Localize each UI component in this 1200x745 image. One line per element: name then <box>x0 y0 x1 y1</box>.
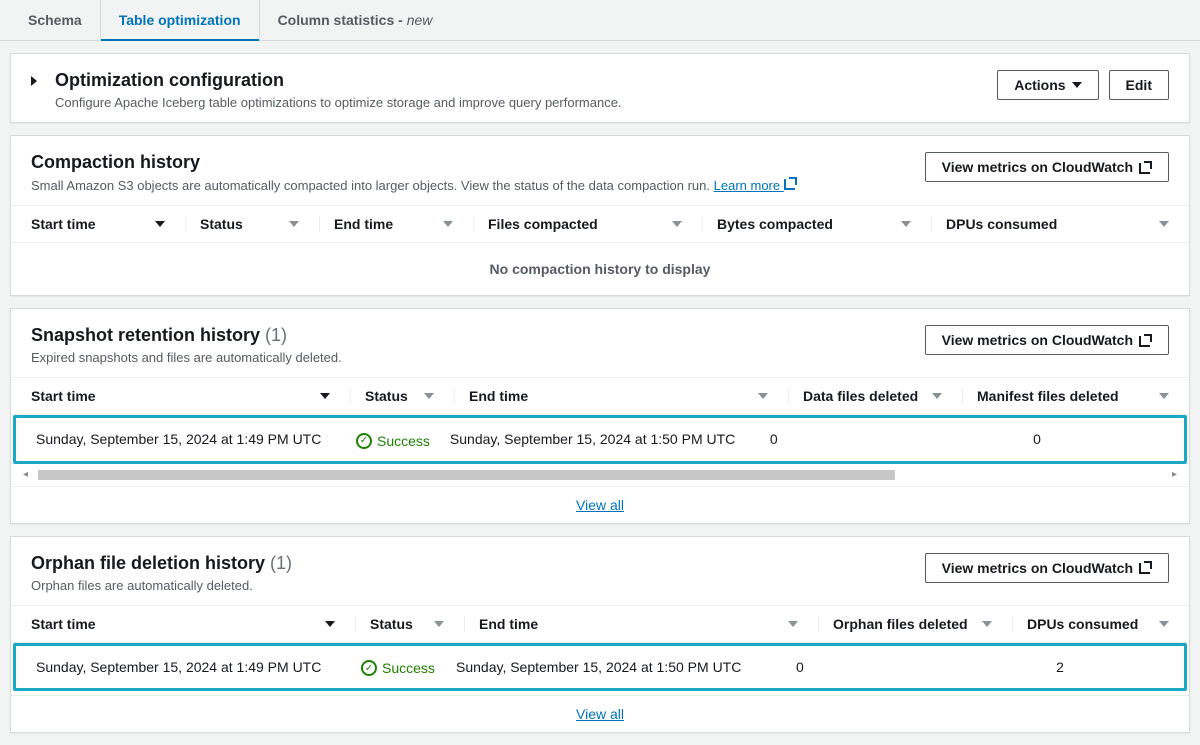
learn-more-link[interactable]: Learn more <box>714 178 797 193</box>
actions-label: Actions <box>1014 77 1065 93</box>
sort-icon <box>932 393 942 399</box>
panel-description: Configure Apache Iceberg table optimizat… <box>55 95 622 110</box>
col-end-time[interactable]: End time <box>469 388 789 404</box>
compaction-history-panel: Compaction history Small Amazon S3 objec… <box>10 135 1190 296</box>
horizontal-scrollbar[interactable]: ◂ ▸ <box>21 468 1179 482</box>
view-metrics-label: View metrics on CloudWatch <box>942 560 1133 576</box>
cell-end-time: Sunday, September 15, 2024 at 1:50 PM UT… <box>456 659 796 675</box>
col-end-time[interactable]: End time <box>479 616 819 632</box>
panel-count: (1) <box>265 325 287 345</box>
panel-description: Orphan files are automatically deleted. <box>31 578 292 593</box>
orphan-file-deletion-panel: Orphan file deletion history (1) Orphan … <box>10 536 1190 734</box>
col-files-compacted[interactable]: Files compacted <box>488 216 703 232</box>
tab-schema[interactable]: Schema <box>10 0 101 40</box>
col-start-time[interactable]: Start time <box>31 216 186 232</box>
sort-icon <box>155 221 165 227</box>
sort-icon <box>788 621 798 627</box>
sort-icon <box>443 221 453 227</box>
tab-column-statistics-label: Column statistics <box>278 12 395 28</box>
panel-count: (1) <box>270 553 292 573</box>
actions-button[interactable]: Actions <box>997 70 1098 100</box>
chevron-down-icon <box>1072 82 1082 88</box>
view-metrics-button[interactable]: View metrics on CloudWatch <box>925 553 1169 583</box>
view-all-link[interactable]: View all <box>576 706 624 722</box>
cell-manifest-files-deleted: 0 <box>930 431 1164 447</box>
sort-icon <box>901 221 911 227</box>
success-icon: ✓ <box>356 433 372 449</box>
view-metrics-button[interactable]: View metrics on CloudWatch <box>925 152 1169 182</box>
col-start-time[interactable]: Start time <box>31 616 356 632</box>
sort-icon <box>434 621 444 627</box>
view-metrics-button[interactable]: View metrics on CloudWatch <box>925 325 1169 355</box>
tab-table-optimization[interactable]: Table optimization <box>101 0 260 40</box>
external-link-icon <box>1139 561 1152 574</box>
panel-title: Orphan file deletion history (1) <box>31 553 292 574</box>
col-manifest-files-deleted[interactable]: Manifest files deleted <box>977 388 1169 404</box>
view-metrics-label: View metrics on CloudWatch <box>942 332 1133 348</box>
panel-title: Compaction history <box>31 152 797 173</box>
cell-dpus-consumed: 2 <box>976 659 1164 675</box>
sort-icon <box>289 221 299 227</box>
col-dpus-consumed[interactable]: DPUs consumed <box>1027 616 1169 632</box>
optimization-config-panel: Optimization configuration Configure Apa… <box>10 53 1190 123</box>
view-metrics-label: View metrics on CloudWatch <box>942 159 1133 175</box>
sort-icon <box>320 393 330 399</box>
empty-state: No compaction history to display <box>11 243 1189 295</box>
col-start-time[interactable]: Start time <box>31 388 351 404</box>
external-link-icon <box>1139 334 1152 347</box>
table-row[interactable]: Sunday, September 15, 2024 at 1:49 PM UT… <box>13 643 1187 692</box>
col-dpus-consumed[interactable]: DPUs consumed <box>946 216 1169 232</box>
panel-title: Snapshot retention history (1) <box>31 325 342 346</box>
external-link-icon <box>1139 161 1152 174</box>
sort-icon <box>325 621 335 627</box>
external-link-icon <box>784 177 797 190</box>
scroll-right-icon: ▸ <box>1170 469 1179 480</box>
col-end-time[interactable]: End time <box>334 216 474 232</box>
scroll-left-icon: ◂ <box>21 469 30 480</box>
sort-icon <box>1159 621 1169 627</box>
col-orphan-files-deleted[interactable]: Orphan files deleted <box>833 616 1013 632</box>
sort-icon <box>1159 393 1169 399</box>
cell-status: ✓ Success <box>361 658 456 677</box>
compaction-table-header: Start time Status End time Files compact… <box>11 205 1189 243</box>
view-all-link[interactable]: View all <box>576 497 624 513</box>
cell-status: ✓ Success <box>356 430 450 449</box>
sort-icon <box>424 393 434 399</box>
tab-column-statistics[interactable]: Column statistics - new <box>260 0 451 40</box>
cell-orphan-files-deleted: 0 <box>796 659 976 675</box>
success-icon: ✓ <box>361 660 377 676</box>
snapshot-retention-panel: Snapshot retention history (1) Expired s… <box>10 308 1190 524</box>
cell-start-time: Sunday, September 15, 2024 at 1:49 PM UT… <box>36 659 361 675</box>
panel-description: Small Amazon S3 objects are automaticall… <box>31 177 797 193</box>
edit-button[interactable]: Edit <box>1109 70 1169 100</box>
col-status[interactable]: Status <box>365 388 455 404</box>
col-status[interactable]: Status <box>370 616 465 632</box>
expand-icon[interactable] <box>31 76 37 86</box>
new-badge: new <box>407 12 433 28</box>
sort-icon <box>758 393 768 399</box>
sort-icon <box>1159 221 1169 227</box>
sort-icon <box>672 221 682 227</box>
table-row[interactable]: Sunday, September 15, 2024 at 1:49 PM UT… <box>13 415 1187 464</box>
cell-start-time: Sunday, September 15, 2024 at 1:49 PM UT… <box>36 431 356 447</box>
cell-end-time: Sunday, September 15, 2024 at 1:50 PM UT… <box>450 431 770 447</box>
panel-description: Expired snapshots and files are automati… <box>31 350 342 365</box>
sort-icon <box>982 621 992 627</box>
col-bytes-compacted[interactable]: Bytes compacted <box>717 216 932 232</box>
orphan-table-header: Start time Status End time Orphan files … <box>11 605 1189 643</box>
panel-title: Optimization configuration <box>55 70 284 91</box>
col-data-files-deleted[interactable]: Data files deleted <box>803 388 963 404</box>
scroll-thumb[interactable] <box>38 470 895 480</box>
col-status[interactable]: Status <box>200 216 320 232</box>
snapshot-table-header: Start time Status End time Data files de… <box>11 377 1189 415</box>
tab-bar: Schema Table optimization Column statist… <box>0 0 1200 41</box>
cell-data-files-deleted: 0 <box>770 431 930 447</box>
